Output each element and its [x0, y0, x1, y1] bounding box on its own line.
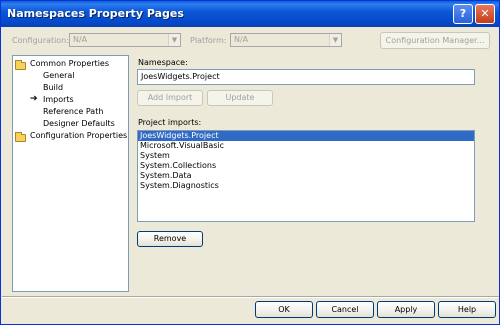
property-pages-dialog: Namespaces Property Pages ? ✕ Configurat… [0, 0, 500, 325]
project-imports-label: Project imports: [138, 118, 202, 127]
tree-item-build[interactable]: Build [43, 83, 63, 92]
ok-label: OK [278, 305, 290, 314]
tree-item-label: Build [43, 83, 64, 92]
remove-button[interactable]: Remove [137, 231, 203, 247]
help-button[interactable]: Help [438, 301, 496, 318]
project-imports-list[interactable]: JoesWidgets.Project Microsoft.VisualBasi… [137, 130, 475, 222]
tree-item-reference-path[interactable]: Reference Path [43, 107, 103, 116]
close-icon: ✕ [480, 7, 490, 20]
title-help-button[interactable]: ? [453, 4, 473, 24]
configuration-manager-button[interactable]: Configuration Manager... [380, 32, 490, 49]
configuration-select[interactable]: N/A ▼ [69, 33, 181, 47]
folder-open-icon [15, 60, 26, 70]
tree-item-label: Common Properties [30, 59, 110, 68]
platform-select[interactable]: N/A ▼ [230, 33, 342, 47]
apply-label: Apply [394, 305, 418, 314]
ok-button[interactable]: OK [255, 301, 313, 318]
help-icon: ? [459, 7, 467, 20]
remove-label: Remove [153, 234, 187, 243]
cancel-button[interactable]: Cancel [316, 301, 374, 318]
window-title: Namespaces Property Pages [7, 7, 184, 20]
configuration-label: Configuration: [12, 36, 69, 45]
tree-item-general[interactable]: General [43, 71, 75, 80]
namespace-input[interactable]: JoesWidgets.Project [137, 69, 475, 85]
footer-divider [2, 296, 499, 298]
list-item[interactable]: System.Collections [138, 161, 474, 171]
chevron-down-icon: ▼ [329, 34, 341, 46]
help-label: Help [457, 305, 477, 314]
namespace-value: JoesWidgets.Project [141, 72, 220, 81]
tree-item-label: Reference Path [43, 107, 104, 116]
tree-item-label: Designer Defaults [43, 119, 115, 128]
add-import-label: Add Import [147, 93, 193, 102]
title-bar[interactable]: Namespaces Property Pages ? ✕ [1, 1, 499, 27]
platform-label: Platform: [190, 36, 227, 45]
list-item[interactable]: JoesWidgets.Project [138, 131, 474, 141]
configuration-value: N/A [73, 35, 88, 44]
list-item[interactable]: Microsoft.VisualBasic [138, 141, 474, 151]
add-import-button[interactable]: Add Import [137, 90, 203, 106]
tree-item-label: Configuration Properties [30, 131, 128, 140]
namespace-label: Namespace: [138, 58, 188, 67]
list-item[interactable]: System.Diagnostics [138, 181, 474, 191]
configuration-manager-label: Configuration Manager... [385, 36, 485, 45]
tree-item-designer-defaults[interactable]: Designer Defaults [43, 119, 115, 128]
update-label: Update [225, 93, 255, 102]
arrow-right-icon: ➔ [30, 94, 38, 104]
property-tree[interactable]: Common Properties General Build ➔ Import… [12, 55, 129, 292]
folder-icon [15, 132, 26, 142]
tree-item-label: Imports [43, 95, 74, 104]
list-item[interactable]: System.Data [138, 171, 474, 181]
title-close-button[interactable]: ✕ [475, 4, 495, 24]
tree-item-label: General [43, 71, 75, 80]
cancel-label: Cancel [331, 305, 359, 314]
platform-value: N/A [234, 35, 249, 44]
list-item[interactable]: System [138, 151, 474, 161]
chevron-down-icon: ▼ [168, 34, 180, 46]
update-button[interactable]: Update [207, 90, 273, 106]
apply-button[interactable]: Apply [377, 301, 435, 318]
tree-item-imports[interactable]: Imports [43, 95, 74, 104]
